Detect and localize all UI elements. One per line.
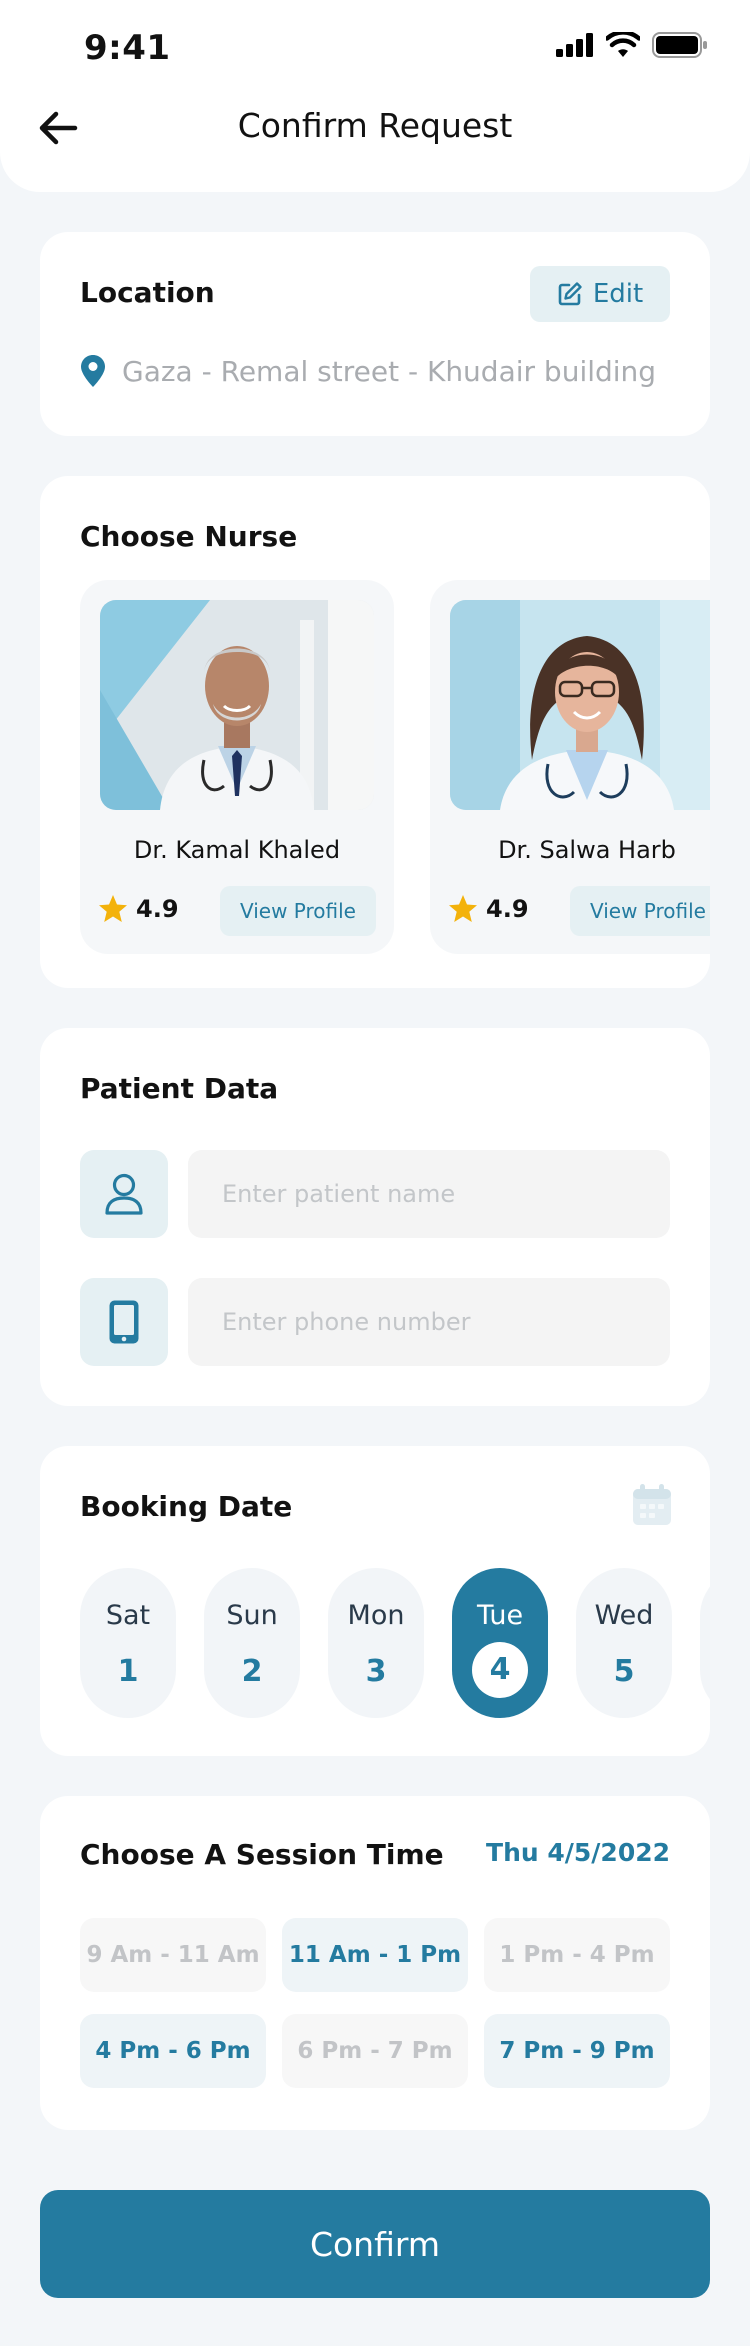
day-mon[interactable]: Mon 3	[328, 1568, 424, 1718]
session-time-card: Choose A Session Time Thu 4/5/2022 9 Am …	[40, 1796, 710, 2130]
view-profile-button[interactable]: View Profile	[570, 886, 710, 936]
patient-name-input[interactable]	[188, 1150, 670, 1238]
location-row: Gaza - Remal street - Khudair building	[80, 354, 656, 388]
star-icon	[449, 895, 477, 922]
choose-nurse-card: Choose Nurse Dr. Kamal Khaled 4.9 View P…	[40, 476, 710, 988]
patient-name-row	[80, 1150, 670, 1238]
smartphone-icon	[109, 1300, 139, 1344]
phone-row	[80, 1278, 670, 1366]
day-number: 5	[613, 1654, 635, 1689]
time-slot-available[interactable]: 7 Pm - 9 Pm	[484, 2014, 670, 2088]
nurse-card-kamal[interactable]: Dr. Kamal Khaled 4.9 View Profile	[80, 580, 394, 954]
session-time-title: Choose A Session Time	[80, 1838, 444, 1871]
booking-date-card: Booking Date Sat 1 Sun 2 Mon 3 Tue 4 Wed…	[40, 1446, 710, 1756]
location-pin-icon	[81, 355, 105, 387]
time-slot-unavailable[interactable]: 6 Pm - 7 Pm	[282, 2014, 468, 2088]
location-title: Location	[80, 276, 215, 309]
nurse-photo	[100, 600, 374, 810]
day-name: Sat	[105, 1600, 151, 1631]
nurse-rating: 4.9	[98, 894, 179, 923]
location-address: Gaza - Remal street - Khudair building	[122, 354, 657, 388]
day-number: 1	[117, 1654, 139, 1689]
patient-data-card: Patient Data	[40, 1028, 710, 1406]
day-selector[interactable]: Sat 1 Sun 2 Mon 3 Tue 4 Wed 5	[80, 1568, 710, 1718]
rating-value: 4.9	[486, 894, 529, 923]
status-time: 9:41	[84, 28, 171, 68]
wifi-icon	[606, 32, 640, 57]
nurse-list[interactable]: Dr. Kamal Khaled 4.9 View Profile Dr. Sa…	[80, 580, 710, 954]
edit-label: Edit	[592, 279, 644, 309]
day-sun[interactable]: Sun 2	[204, 1568, 300, 1718]
time-slot-available[interactable]: 11 Am - 1 Pm	[282, 1918, 468, 1992]
user-icon	[105, 1173, 143, 1215]
day-number: 4	[472, 1642, 528, 1698]
view-profile-button[interactable]: View Profile	[220, 886, 376, 936]
day-sat[interactable]: Sat 1	[80, 1568, 176, 1718]
rating-value: 4.9	[136, 894, 179, 923]
day-number: 2	[241, 1654, 263, 1689]
day-next-partial[interactable]	[700, 1568, 710, 1718]
time-slot-unavailable[interactable]: 9 Am - 11 Am	[80, 1918, 266, 1992]
signal-icon	[556, 33, 593, 57]
time-slot-unavailable[interactable]: 1 Pm - 4 Pm	[484, 1918, 670, 1992]
nurse-photo	[450, 600, 710, 810]
calendar-icon[interactable]	[632, 1484, 672, 1530]
day-wed[interactable]: Wed 5	[576, 1568, 672, 1718]
page-title: Confirm Request	[237, 106, 513, 145]
status-icons	[556, 32, 708, 58]
phone-icon-box	[80, 1278, 168, 1366]
nurse-name: Dr. Kamal Khaled	[133, 836, 341, 864]
edit-icon	[558, 282, 582, 306]
day-name: Tue	[476, 1600, 524, 1631]
confirm-button[interactable]: Confirm	[40, 2190, 710, 2298]
day-number: 3	[365, 1654, 387, 1689]
user-icon-box	[80, 1150, 168, 1238]
nurse-name: Dr. Salwa Harb	[498, 836, 676, 864]
patient-data-title: Patient Data	[80, 1072, 279, 1105]
time-slot-grid: 9 Am - 11 Am 11 Am - 1 Pm 1 Pm - 4 Pm 4 …	[80, 1918, 670, 2088]
location-card: Location Edit Gaza - Remal street - Khud…	[40, 232, 710, 436]
day-name: Wed	[594, 1600, 654, 1631]
phone-input[interactable]	[188, 1278, 670, 1366]
session-date: Thu 4/5/2022	[486, 1838, 670, 1867]
choose-nurse-title: Choose Nurse	[80, 520, 298, 553]
booking-date-title: Booking Date	[80, 1490, 293, 1523]
nurse-rating: 4.9	[448, 894, 529, 923]
edit-location-button[interactable]: Edit	[530, 266, 670, 322]
day-name: Sun	[226, 1600, 278, 1631]
star-icon	[99, 895, 127, 922]
nurse-card-salwa[interactable]: Dr. Salwa Harb 4.9 View Profile	[430, 580, 710, 954]
day-name: Mon	[347, 1600, 405, 1631]
time-slot-available[interactable]: 4 Pm - 6 Pm	[80, 2014, 266, 2088]
app-header: 9:41 Confirm Request	[0, 0, 750, 192]
day-tue-selected[interactable]: Tue 4	[452, 1568, 548, 1718]
battery-icon	[652, 32, 707, 58]
